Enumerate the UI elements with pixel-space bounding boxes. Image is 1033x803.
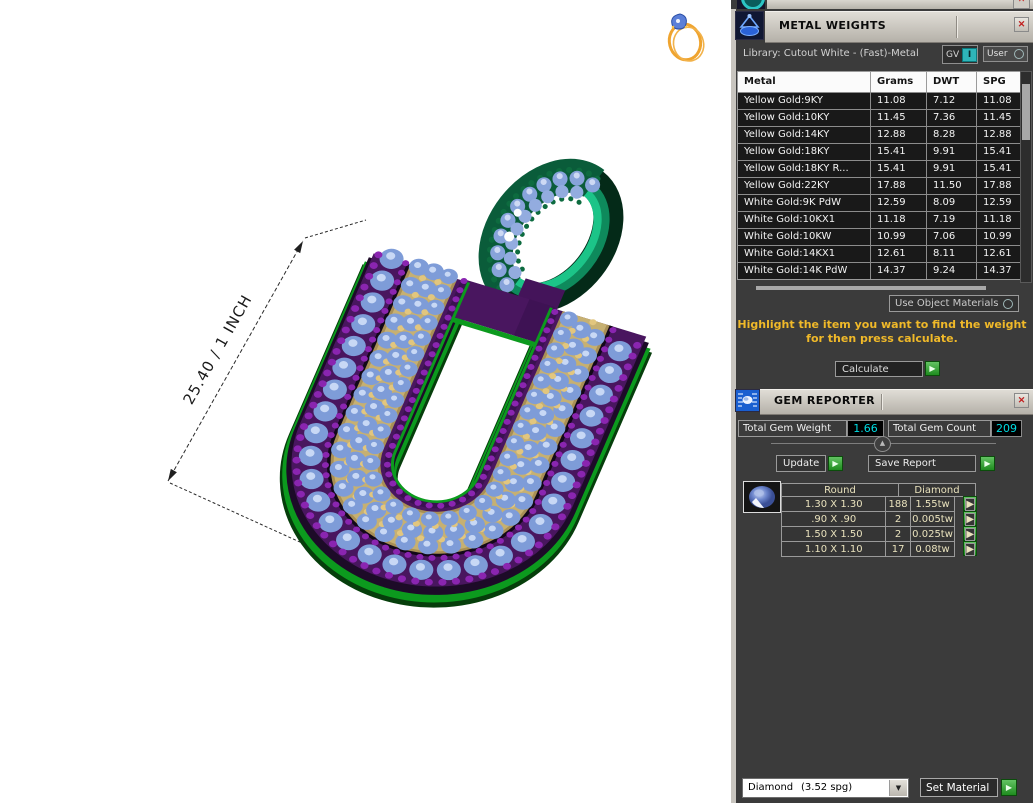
user-toggle[interactable]: User [983, 46, 1028, 62]
collapsed-panel-icon [737, 0, 765, 9]
scale-icon [735, 11, 764, 40]
user-radio-icon [1014, 49, 1024, 59]
side-panel: ✕ METAL WEIGHTS ✕ Library: Cutout White … [731, 0, 1033, 803]
collapse-button[interactable]: ▲ [874, 436, 891, 452]
play-icon: ▶ [965, 543, 976, 556]
pendant-u [279, 248, 653, 608]
metal-row[interactable]: White Gold:14KX1 12.61 8.11 12.61 [738, 245, 1020, 262]
metal-row[interactable]: Yellow Gold:14KY 12.88 8.28 12.88 [738, 126, 1020, 143]
dimension-arrow-bottom [168, 468, 177, 481]
calculate-go-button[interactable]: ▶ [925, 361, 940, 376]
app-window: 25.40 / 1 INCH ✕ METAL WEIGHTS ✕ Library… [0, 0, 1033, 803]
play-icon: ▶ [929, 364, 936, 373]
metal-weights-title: METAL WEIGHTS [779, 19, 887, 32]
gem-report-icon [735, 389, 760, 412]
metal-row[interactable]: White Gold:10KX1 11.18 7.19 11.18 [738, 211, 1020, 228]
set-material-button[interactable]: Set Material [920, 778, 998, 797]
library-row: Library: Cutout White - (Fast)-Metal GV … [731, 45, 1033, 65]
metal-table-vscrollbar[interactable] [1020, 71, 1032, 283]
metal-table-hscrollbar[interactable] [751, 286, 1001, 291]
metal-row[interactable]: Yellow Gold:10KY 11.45 7.36 11.45 [738, 109, 1020, 126]
collapsed-close-icon[interactable]: ✕ [1013, 0, 1030, 9]
gem-row[interactable]: 1.50 X 1.50 2 0.025tw ▶ [781, 526, 977, 542]
gem-reporter-close-button[interactable]: ✕ [1014, 393, 1029, 408]
metal-weights-table: Metal Grams DWT SPG Yellow Gold:9KY 11.08… [737, 71, 1021, 280]
metal-row[interactable]: White Gold:14K PdW 14.37 9.24 14.37 [738, 262, 1020, 279]
material-dropdown[interactable]: Diamond (3.52 spg) ▼ [742, 778, 909, 798]
play-icon: ▶ [965, 528, 976, 541]
metal-row[interactable]: White Gold:10KW 10.99 7.06 10.99 [738, 228, 1020, 245]
gem-thumbnail[interactable] [743, 481, 781, 513]
metal-row[interactable]: Yellow Gold:18KY 15.41 9.91 15.41 [738, 143, 1020, 160]
calculate-hint: Highlight the item you want to find the … [737, 318, 1027, 345]
viewport-3d[interactable]: 25.40 / 1 INCH [0, 0, 731, 803]
hscroll-thumb[interactable] [756, 286, 986, 290]
play-icon: ▶ [1005, 783, 1013, 792]
total-gem-count-value: 209 [991, 420, 1022, 437]
total-gem-weight-value: 1.66 [847, 420, 884, 437]
metal-weights-close-button[interactable]: ✕ [1014, 17, 1029, 32]
gv-toggle[interactable]: GV I [942, 45, 978, 64]
gem-row[interactable]: .90 X .90 2 0.005tw ▶ [781, 511, 977, 527]
dimension-label: 25.40 / 1 INCH [179, 291, 255, 407]
save-report-go-button[interactable]: ▶ [980, 456, 995, 471]
total-gem-weight-label: Total Gem Weight [738, 420, 847, 437]
use-object-materials-button[interactable]: Use Object Materials [889, 295, 1019, 312]
total-gem-count-label: Total Gem Count [888, 420, 991, 437]
save-report-button[interactable]: Save Report [868, 455, 976, 472]
dropdown-arrow-icon[interactable]: ▼ [889, 780, 907, 796]
gem-table-header: Round Diamond [781, 483, 977, 497]
set-material-go-button[interactable]: ▶ [1001, 779, 1017, 796]
metal-weights-header[interactable]: METAL WEIGHTS ✕ [731, 10, 1033, 43]
play-icon: ▶ [965, 498, 976, 511]
metal-table-header: Metal Grams DWT SPG [738, 72, 1020, 92]
ring-icon [667, 13, 705, 62]
play-icon: ▶ [984, 459, 991, 468]
gem-row[interactable]: 1.30 X 1.30 188 1.55tw ▶ [781, 496, 977, 512]
play-icon: ▶ [832, 459, 839, 468]
collapsed-panel-header[interactable]: ✕ [731, 0, 1033, 9]
uom-radio-icon [1003, 298, 1013, 309]
update-go-button[interactable]: ▶ [828, 456, 843, 471]
gem-reporter-header[interactable]: GEM REPORTER ✕ [731, 389, 1033, 421]
metal-row[interactable]: Yellow Gold:18KY R... 15.41 9.91 15.41 [738, 160, 1020, 177]
dimension-arrow-top [294, 241, 303, 254]
gv-indicator: I [962, 47, 977, 62]
library-label: Library: Cutout White - (Fast)-Metal [743, 48, 919, 59]
vscroll-thumb[interactable] [1022, 84, 1030, 140]
calculate-button[interactable]: Calculate [835, 361, 923, 377]
gem-row-go-button[interactable]: ▶ [963, 541, 977, 556]
metal-row[interactable]: Yellow Gold:22KY 17.88 11.50 17.88 [738, 177, 1020, 194]
gem-table: Round Diamond 1.30 X 1.30 188 1.55tw ▶ .90… [781, 483, 977, 557]
metal-row[interactable]: Yellow Gold:9KY 11.08 7.12 11.08 [738, 92, 1020, 109]
play-icon: ▶ [965, 513, 976, 526]
gem-row-go-button[interactable]: ▶ [963, 496, 977, 511]
pendant-render: 25.40 / 1 INCH [167, 13, 705, 608]
gem-row[interactable]: 1.10 X 1.10 17 0.08tw ▶ [781, 541, 977, 557]
update-button[interactable]: Update [776, 455, 826, 472]
gem-row-go-button[interactable]: ▶ [963, 511, 977, 526]
gem-row-go-button[interactable]: ▶ [963, 526, 977, 541]
metal-row[interactable]: White Gold:9K PdW 12.59 8.09 12.59 [738, 194, 1020, 211]
gem-reporter-title: GEM REPORTER [774, 394, 875, 407]
